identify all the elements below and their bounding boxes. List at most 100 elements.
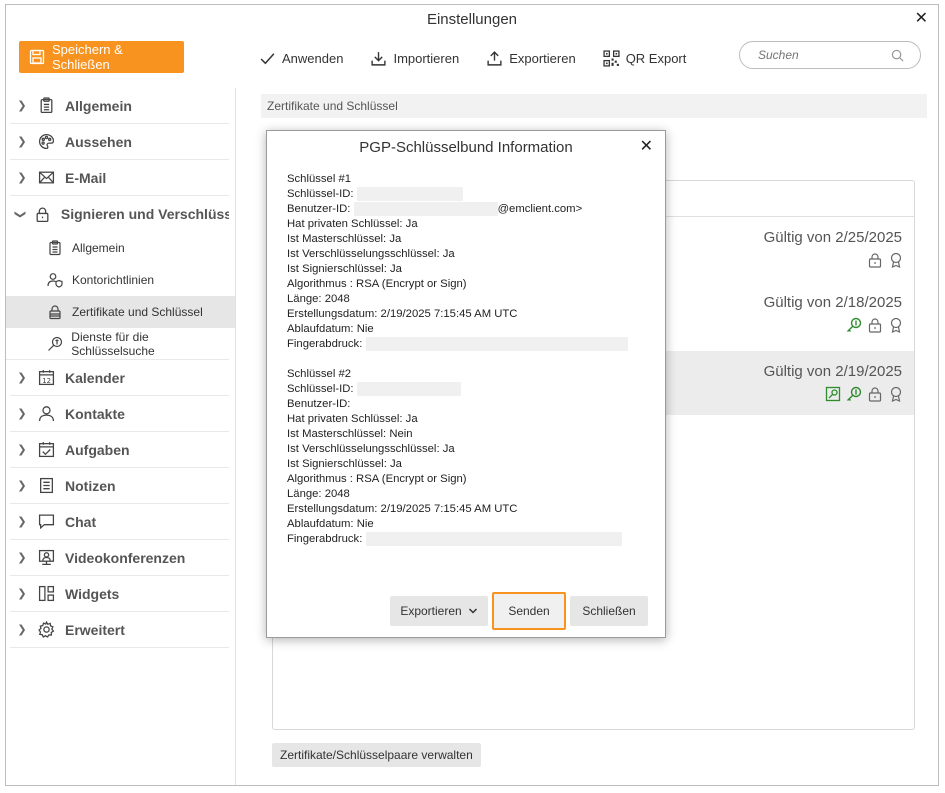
sidebar-item-contacts[interactable]: ❯ Kontakte [10, 396, 229, 432]
manage-certificates-button[interactable]: Zertifikate/Schlüsselpaare verwalten [272, 743, 481, 767]
envelope-icon [38, 171, 54, 184]
qr-export-label: QR Export [625, 50, 687, 66]
sidebar-item-label: Notizen [65, 477, 116, 494]
lock-icon [868, 253, 882, 268]
apply-button[interactable]: Anwenden [259, 47, 343, 69]
key1-id-row: Schlüssel-ID: [287, 187, 647, 202]
search-icon[interactable] [891, 49, 904, 62]
pgp-keyring-info-dialog: PGP-Schlüsselbund Information ✕ Schlüsse… [266, 130, 666, 638]
key1-fingerprint-label: Fingerabdruck: [287, 338, 363, 350]
sidebar-item-chat[interactable]: ❯ Chat [10, 504, 229, 540]
sidebar-item-general[interactable]: ❯ Allgemein [10, 88, 229, 124]
sidebar-item-label: Kontakte [65, 405, 125, 422]
key1-algorithm: Algorithmus : RSA (Encrypt or Sign) [287, 278, 467, 290]
key1-master: Ist Masterschlüssel: Ja [287, 233, 402, 245]
chevron-down-icon [468, 608, 477, 614]
sidebar-subitem-general[interactable]: Allgemein [6, 232, 235, 264]
sidebar-item-advanced[interactable]: ❯ Erweitert [10, 612, 229, 648]
sidebar-item-widgets[interactable]: ❯ Widgets [10, 576, 229, 612]
export-button[interactable]: Exportieren [486, 47, 576, 69]
dialog-close-button[interactable]: Schließen [570, 596, 648, 626]
chevron-right-icon: ❯ [17, 372, 27, 384]
key1-header: Schlüssel #1 [287, 173, 352, 185]
key-icon [847, 317, 862, 332]
sidebar-item-label: Erweitert [65, 621, 125, 638]
search-input[interactable] [758, 48, 878, 62]
ribbon-icon [890, 317, 902, 333]
ribbon-icon [890, 252, 902, 268]
sidebar-item-label: Aussehen [65, 133, 132, 150]
chevron-right-icon: ❯ [17, 100, 27, 112]
sidebar-item-notes[interactable]: ❯ Notizen [10, 468, 229, 504]
key2-algorithm: Algorithmus : RSA (Encrypt or Sign) [287, 473, 467, 485]
apply-label: Anwenden [282, 50, 344, 66]
key1-length: Länge: 2048 [287, 293, 350, 305]
note-icon [39, 477, 53, 494]
person-icon [38, 406, 54, 421]
lock-icon [49, 305, 61, 320]
sidebar-item-label: E-Mail [65, 169, 107, 186]
key2-private: Hat privaten Schlüssel: Ja [287, 413, 418, 425]
calendar-icon: 12 [38, 370, 54, 386]
dialog-title: PGP-Schlüsselbund Information [359, 139, 573, 156]
sidebar-item-label: Chat [65, 513, 97, 530]
sidebar-item-label: Kalender [65, 369, 125, 386]
sidebar-item-tasks[interactable]: ❯ Aufgaben [10, 432, 229, 468]
palette-icon [38, 133, 54, 150]
sidebar-item-signing-encryption[interactable]: ❯ Signieren und Verschlüsselung [10, 196, 229, 232]
key1-id-label: Schlüssel-ID: [287, 188, 354, 200]
sidebar-item-label: Widgets [65, 585, 120, 602]
key2-created: Erstellungsdatum: 2/19/2025 7:15:45 AM U… [287, 503, 518, 515]
qr-export-button[interactable]: QR Export [603, 47, 687, 69]
redacted-fingerprint [365, 532, 622, 547]
key1-encryption: Ist Verschlüsselungsschlüssel: Ja [287, 248, 455, 260]
lock-icon [36, 207, 49, 222]
save-icon [29, 49, 45, 65]
settings-sidebar: ❯ Allgemein ❯ Aussehen ❯ E-Mail ❯ Signie… [6, 88, 236, 785]
key2-expiry: Ablaufdatum: Nie [287, 518, 374, 530]
sidebar-item-label: Allgemein [65, 97, 132, 114]
sidebar-item-email[interactable]: ❯ E-Mail [10, 160, 229, 196]
sidebar-subitem-label: Kontorichtlinien [72, 273, 155, 287]
dialog-key-details: Schlüssel #1 Schlüssel-ID: Benutzer-ID: … [287, 172, 647, 547]
import-icon [371, 51, 387, 66]
sidebar-item-appearance[interactable]: ❯ Aussehen [10, 124, 229, 160]
qr-code-icon [603, 49, 620, 67]
gear-icon [37, 621, 54, 638]
save-and-close-label: Speichern & Schließen [51, 42, 123, 72]
key2-id-label: Schlüssel-ID: [287, 383, 354, 395]
person-shield-icon [47, 273, 63, 288]
lock-icon [868, 318, 882, 333]
certificate-valid-from: Gültig von 2/25/2025 [763, 229, 902, 246]
video-icon [38, 549, 54, 566]
sidebar-subitem-key-search-services[interactable]: Dienste für die Schlüsselsuche [6, 328, 229, 360]
key1-created: Erstellungsdatum: 2/19/2025 7:15:45 AM U… [287, 308, 518, 320]
key1-user-row: Benutzer-ID: @emclient.com> [287, 202, 647, 217]
key1-private: Hat privaten Schlüssel: Ja [287, 218, 418, 230]
save-and-close-button[interactable]: Speichern & Schließen [19, 41, 184, 73]
search-box[interactable] [739, 41, 921, 69]
sidebar-item-calendar[interactable]: ❯ 12 Kalender [10, 360, 229, 396]
dialog-button-row: Exportieren Senden Schließen [390, 592, 648, 630]
key2-length: Länge: 2048 [287, 488, 350, 500]
dialog-send-button[interactable]: Senden [492, 592, 566, 630]
sidebar-item-video-conferences[interactable]: ❯ Videokonferenzen [10, 540, 229, 576]
sidebar-subitem-certificates-keys[interactable]: Zertifikate und Schlüssel [6, 296, 235, 328]
import-button[interactable]: Importieren [370, 47, 459, 69]
sidebar-subitem-account-policies[interactable]: Kontorichtlinien [6, 264, 235, 296]
key1-fingerprint-row: Fingerabdruck: [287, 337, 647, 352]
widgets-icon [38, 585, 54, 602]
chat-icon [38, 514, 54, 530]
clipboard-icon [49, 240, 61, 256]
dialog-export-dropdown-button[interactable]: Exportieren [390, 596, 488, 626]
key2-signing: Ist Signierschlüssel: Ja [287, 458, 402, 470]
chevron-right-icon: ❯ [17, 408, 27, 420]
chevron-right-icon: ❯ [17, 480, 27, 492]
key-icon [847, 386, 862, 401]
key2-master: Ist Masterschlüssel: Nein [287, 428, 413, 440]
key1-user-suffix: @emclient.com> [497, 203, 583, 215]
window-close-icon[interactable]: ✕ [915, 8, 928, 30]
check-icon [260, 52, 275, 64]
key1-signing: Ist Signierschlüssel: Ja [287, 263, 402, 275]
dialog-close-icon[interactable]: ✕ [640, 137, 653, 157]
